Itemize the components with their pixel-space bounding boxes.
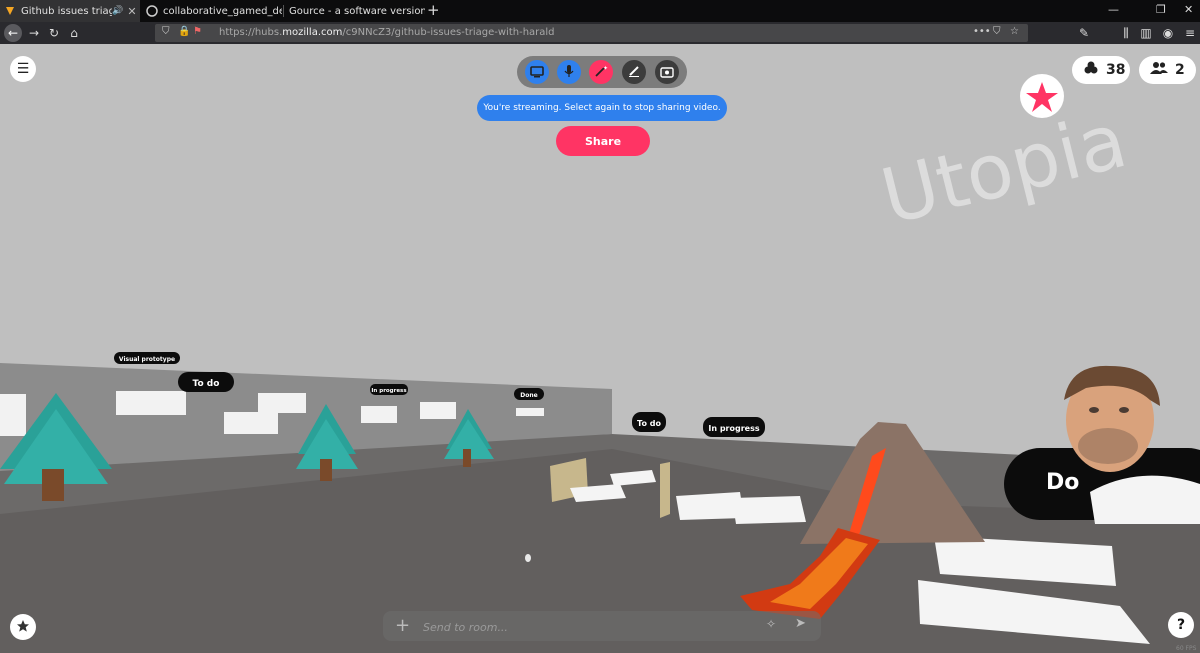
tab-strip: Github issues triage with Har 🔊 ✕ collab…	[0, 0, 1200, 22]
minimize-window-icon[interactable]: —	[1108, 3, 1119, 16]
objects-icon	[1083, 61, 1099, 79]
tab-label: collaborative_gamed_design_d	[163, 5, 282, 17]
issue-card[interactable]	[732, 496, 806, 524]
pen-icon	[627, 63, 641, 82]
send-icon[interactable]: ➤	[795, 616, 806, 631]
microphone-icon	[563, 63, 575, 82]
camera-icon	[660, 63, 674, 82]
label-todo: To do	[178, 372, 234, 392]
magic-wand-icon: ✦	[594, 63, 608, 82]
issue-card[interactable]	[361, 406, 397, 423]
issue-card[interactable]	[258, 393, 306, 413]
people-count: 2	[1175, 62, 1185, 78]
microphone-button[interactable]	[557, 60, 581, 84]
hamburger-icon: ☰	[16, 61, 30, 77]
issue-card[interactable]	[0, 394, 26, 436]
utopia-sign: Utopia	[873, 95, 1135, 241]
hubs-star-logo	[1020, 74, 1064, 118]
chat-input[interactable]	[421, 617, 755, 637]
tab-label: Github issues triage with Har	[21, 5, 112, 17]
bookmark-star-icon[interactable]: ☆	[1010, 26, 1019, 37]
issue-card[interactable]	[420, 402, 456, 419]
screen-share-icon	[530, 63, 544, 82]
lock-icon[interactable]: 🔒	[178, 26, 190, 37]
tab-collaborative-game-design[interactable]: collaborative_gamed_design_d	[142, 0, 282, 22]
label-in-progress-near: In progress	[703, 417, 765, 437]
chat-bar: + ✧ ➤	[383, 611, 821, 641]
objects-count: 38	[1106, 62, 1126, 78]
wooden-fence	[660, 462, 670, 518]
page-actions-icon[interactable]: •••	[973, 26, 991, 37]
svg-text:In progress: In progress	[708, 424, 759, 433]
tab-label: Gource - a software version control	[289, 5, 425, 17]
people-counter-button[interactable]: 2	[1139, 56, 1196, 84]
new-tab-button[interactable]: +	[427, 1, 440, 19]
favorites-button[interactable]	[10, 614, 36, 640]
screen-share-button[interactable]	[525, 60, 549, 84]
speaker-icon[interactable]: 🔊	[112, 6, 124, 16]
url-bar[interactable]: ⛉ 🔒 ⚑ https://hubs.mozilla.com/c9NNcZ3/g…	[155, 24, 1028, 42]
share-button[interactable]: Share	[556, 126, 650, 156]
issue-card[interactable]	[116, 391, 186, 415]
fps-counter: 60 FPS	[1176, 645, 1197, 652]
permissions-icon[interactable]: ⚑	[193, 26, 202, 37]
svg-text:Visual prototype: Visual prototype	[119, 356, 175, 363]
svg-text:Utopia: Utopia	[873, 95, 1135, 241]
hubs-toolbar: ✦	[517, 56, 687, 88]
pocket-icon[interactable]: ⛉	[993, 26, 1001, 37]
svg-text:Done: Done	[520, 392, 537, 399]
reload-button[interactable]: ↻	[46, 25, 62, 41]
back-button[interactable]: ←	[4, 24, 22, 42]
cursor-reticle	[525, 554, 531, 562]
tab-gource[interactable]: Gource - a software version control	[285, 0, 425, 22]
help-button[interactable]: ?	[1168, 612, 1194, 638]
issue-card[interactable]	[516, 408, 544, 416]
hamburger-menu-icon[interactable]: ≡	[1182, 25, 1198, 41]
close-tab-icon[interactable]: ✕	[124, 5, 140, 18]
emoji-wand-icon[interactable]: ✧	[766, 617, 776, 631]
objects-counter-button[interactable]: 38	[1072, 56, 1130, 84]
spawn-object-button[interactable]: ✦	[589, 60, 613, 84]
menu-button[interactable]: ☰	[10, 56, 36, 82]
issue-card[interactable]	[224, 412, 278, 434]
tab-separator	[283, 5, 284, 17]
svg-text:In progress: In progress	[371, 388, 407, 394]
svg-text:To do: To do	[193, 379, 220, 389]
label-visual-prototype: Visual prototype	[114, 352, 180, 364]
home-button[interactable]: ⌂	[66, 25, 82, 41]
close-window-icon[interactable]: ✕	[1184, 3, 1193, 16]
camera-button[interactable]	[655, 60, 679, 84]
developer-tools-icon[interactable]: ✎	[1076, 25, 1092, 41]
url-text: https://hubs.mozilla.com/c9NNcZ3/github-…	[219, 27, 555, 38]
navigation-toolbar: ← → ↻ ⌂ ⛉ 🔒 ⚑ https://hubs.mozilla.com/c…	[0, 22, 1200, 44]
pen-button[interactable]	[622, 60, 646, 84]
tab-github-issues[interactable]: Github issues triage with Har 🔊 ✕	[0, 0, 140, 22]
tracking-shield-icon[interactable]: ⛉	[162, 26, 170, 37]
github-favicon-icon	[146, 5, 158, 17]
streaming-toast: You're streaming. Select again to stop s…	[477, 95, 727, 121]
label-todo-near: To do	[632, 412, 666, 432]
star-icon	[16, 618, 30, 637]
sidebar-icon[interactable]: ▥	[1138, 25, 1154, 41]
add-content-icon[interactable]: +	[395, 615, 410, 636]
svg-text:Do: Do	[1046, 470, 1079, 495]
library-icon[interactable]: ⫼	[1118, 25, 1134, 41]
label-done: Done	[514, 388, 544, 400]
account-icon[interactable]: ◉	[1160, 25, 1176, 41]
people-icon	[1150, 61, 1168, 79]
question-icon: ?	[1176, 617, 1186, 633]
svg-text:✦: ✦	[603, 65, 608, 72]
label-in-progress: In progress	[370, 384, 408, 395]
hubs-favicon-icon	[4, 5, 16, 17]
restore-window-icon[interactable]: ❐	[1156, 3, 1166, 16]
svg-text:To do: To do	[637, 419, 661, 428]
forward-button[interactable]: →	[26, 25, 42, 41]
